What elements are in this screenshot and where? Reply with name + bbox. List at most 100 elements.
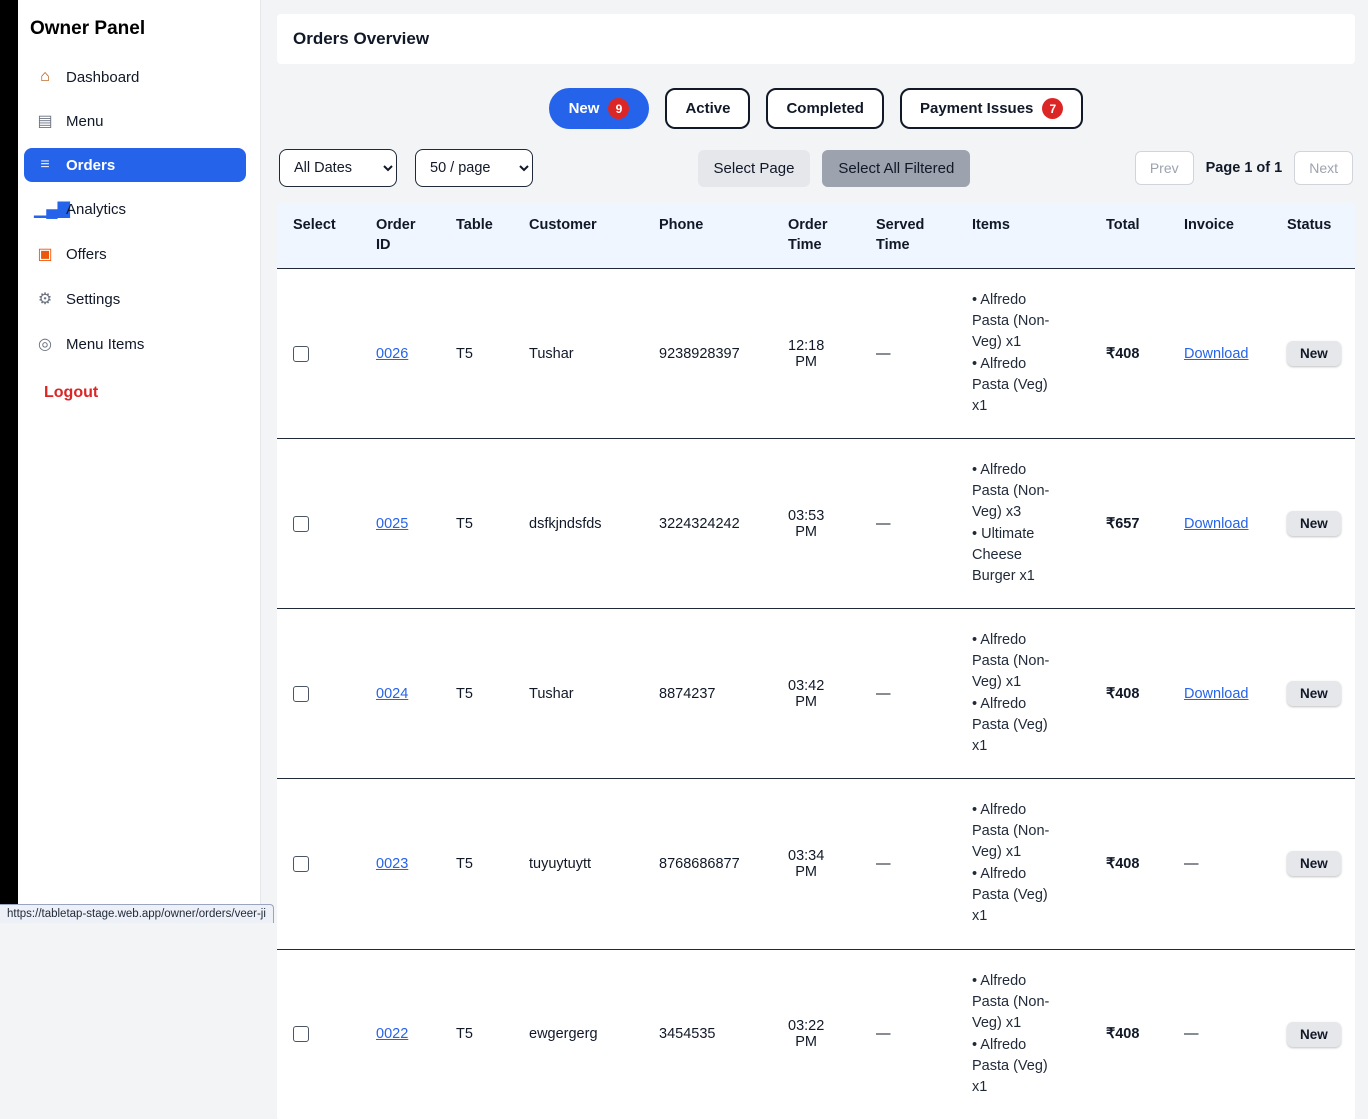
sidebar-item-icon: ⚙ — [34, 289, 56, 309]
sidebar-item-icon: ▣ — [34, 244, 56, 264]
invoice-download-link[interactable]: Download — [1184, 346, 1249, 362]
served-time: — — [860, 506, 956, 542]
sidebar-item-orders[interactable]: ≡ Orders — [24, 148, 246, 182]
select-cell — [277, 1016, 360, 1052]
tab-label: Active — [685, 100, 730, 117]
select-page-button[interactable]: Select Page — [698, 150, 811, 187]
order-id-link[interactable]: 0023 — [376, 856, 408, 872]
order-items-list: • Alfredo Pasta (Non-Veg) x1• Alfredo Pa… — [956, 269, 1090, 438]
row-select-checkbox[interactable] — [293, 1026, 309, 1042]
order-row-0022: 0022 T5 ewgergerg 3454535 03:22 PM — • A… — [277, 949, 1355, 1119]
main-content: Orders Overview New 9 Active Completed P… — [261, 0, 1368, 923]
invoice-cell: — — [1168, 846, 1271, 882]
order-item: • Alfredo Pasta (Non-Veg) x1 — [972, 800, 1060, 863]
orders-table: Select Order ID Table Customer Phone Ord… — [277, 203, 1355, 1119]
column-header-invoice: Invoice — [1168, 203, 1271, 268]
column-header-phone: Phone — [643, 203, 772, 268]
window-left-edge — [0, 0, 18, 923]
sidebar-item-icon: ≡ — [34, 156, 56, 174]
served-time: — — [860, 336, 956, 372]
customer-name: Tushar — [513, 336, 643, 372]
order-items-list: • Alfredo Pasta (Non-Veg) x1• Alfredo Pa… — [956, 779, 1090, 948]
sidebar-item-offers[interactable]: ▣ Offers — [24, 236, 246, 272]
phone-number: 8874237 — [643, 676, 772, 712]
served-time: — — [860, 846, 956, 882]
select-cell — [277, 846, 360, 882]
table-number: T5 — [440, 336, 513, 372]
order-items-list: • Alfredo Pasta (Non-Veg) x1• Alfredo Pa… — [956, 609, 1090, 778]
sidebar-item-dashboard[interactable]: ⌂ Dashboard — [24, 60, 246, 94]
row-select-checkbox[interactable] — [293, 346, 309, 362]
sidebar-item-settings[interactable]: ⚙ Settings — [24, 281, 246, 317]
page-title: Orders Overview — [293, 29, 429, 48]
invoice-download-link: — — [1184, 856, 1199, 872]
order-id-cell: 0025 — [360, 506, 440, 542]
sidebar-item-label: Offers — [66, 246, 107, 263]
page-size-select[interactable]: 50 / page — [415, 149, 533, 187]
sidebar-item-label: Orders — [66, 157, 115, 174]
status-badge: New — [1287, 681, 1341, 706]
served-time: — — [860, 1016, 956, 1052]
sidebar-item-menu[interactable]: ▤ Menu — [24, 103, 246, 139]
sidebar-item-label: Analytics — [66, 201, 126, 218]
prev-page-button[interactable]: Prev — [1135, 151, 1194, 185]
order-id-link[interactable]: 0022 — [376, 1026, 408, 1042]
tab-active[interactable]: Active — [665, 88, 750, 129]
order-id-link[interactable]: 0024 — [376, 686, 408, 702]
order-id-link[interactable]: 0026 — [376, 346, 408, 362]
phone-number: 3224324242 — [643, 506, 772, 542]
order-item: • Alfredo Pasta (Veg) x1 — [972, 1035, 1060, 1098]
select-cell — [277, 336, 360, 372]
phone-number: 3454535 — [643, 1016, 772, 1052]
order-items-list: • Alfredo Pasta (Non-Veg) x1• Alfredo Pa… — [956, 950, 1090, 1119]
sidebar-nav: ⌂ Dashboard ▤ Menu ≡ Orders ▁▄▇ Analytic… — [18, 60, 260, 362]
customer-name: Tushar — [513, 676, 643, 712]
orders-table-body: 0026 T5 Tushar 9238928397 12:18 PM — • A… — [277, 268, 1355, 1118]
order-id-link[interactable]: 0025 — [376, 516, 408, 532]
sidebar-item-icon: ◎ — [34, 334, 56, 354]
logout-button[interactable]: Logout — [18, 362, 98, 402]
table-number: T5 — [440, 506, 513, 542]
row-select-checkbox[interactable] — [293, 686, 309, 702]
sidebar-item-analytics[interactable]: ▁▄▇ Analytics — [24, 191, 246, 227]
status-badge: New — [1287, 1022, 1341, 1047]
invoice-download-link[interactable]: Download — [1184, 516, 1249, 532]
sidebar-item-label: Menu Items — [66, 336, 144, 353]
invoice-cell: Download — [1168, 676, 1271, 712]
sidebar-item-icon: ⌂ — [34, 68, 56, 86]
order-item: • Alfredo Pasta (Veg) x1 — [972, 354, 1060, 417]
order-item: • Alfredo Pasta (Non-Veg) x1 — [972, 630, 1060, 693]
row-select-checkbox[interactable] — [293, 856, 309, 872]
order-time: 12:18 PM — [772, 328, 832, 380]
order-time: 03:34 PM — [772, 838, 832, 890]
order-id-cell: 0022 — [360, 1016, 440, 1052]
table-number: T5 — [440, 676, 513, 712]
tab-completed[interactable]: Completed — [766, 88, 884, 129]
column-header-table: Table — [440, 203, 513, 268]
order-total: ₹408 — [1090, 1016, 1168, 1052]
invoice-cell: Download — [1168, 506, 1271, 542]
tab-count-badge: 9 — [608, 98, 629, 119]
row-select-checkbox[interactable] — [293, 516, 309, 532]
select-all-filtered-button[interactable]: Select All Filtered — [822, 150, 970, 187]
tab-label: Payment Issues — [920, 100, 1033, 117]
sidebar-item-label: Dashboard — [66, 69, 139, 86]
status-cell: New — [1271, 501, 1355, 546]
invoice-download-link: — — [1184, 1026, 1199, 1042]
sidebar-item-menu-items[interactable]: ◎ Menu Items — [24, 326, 246, 362]
order-time: 03:53 PM — [772, 498, 832, 550]
date-filter-select[interactable]: All Dates — [279, 149, 397, 187]
order-item: • Ultimate Cheese Burger x1 — [972, 524, 1060, 587]
invoice-download-link[interactable]: Download — [1184, 686, 1249, 702]
bulk-select-buttons: Select Page Select All Filtered — [533, 150, 1135, 187]
column-header-customer: Customer — [513, 203, 643, 268]
next-page-button[interactable]: Next — [1294, 151, 1353, 185]
app-title: Owner Panel — [18, 14, 260, 60]
tab-new[interactable]: New 9 — [549, 88, 650, 129]
phone-number: 8768686877 — [643, 846, 772, 882]
column-header-served-time: Served Time — [860, 203, 956, 268]
tab-payment-issues[interactable]: Payment Issues 7 — [900, 88, 1083, 129]
column-header-select: Select — [277, 203, 360, 268]
order-time: 03:22 PM — [772, 1008, 832, 1060]
order-item: • Alfredo Pasta (Veg) x1 — [972, 864, 1060, 927]
